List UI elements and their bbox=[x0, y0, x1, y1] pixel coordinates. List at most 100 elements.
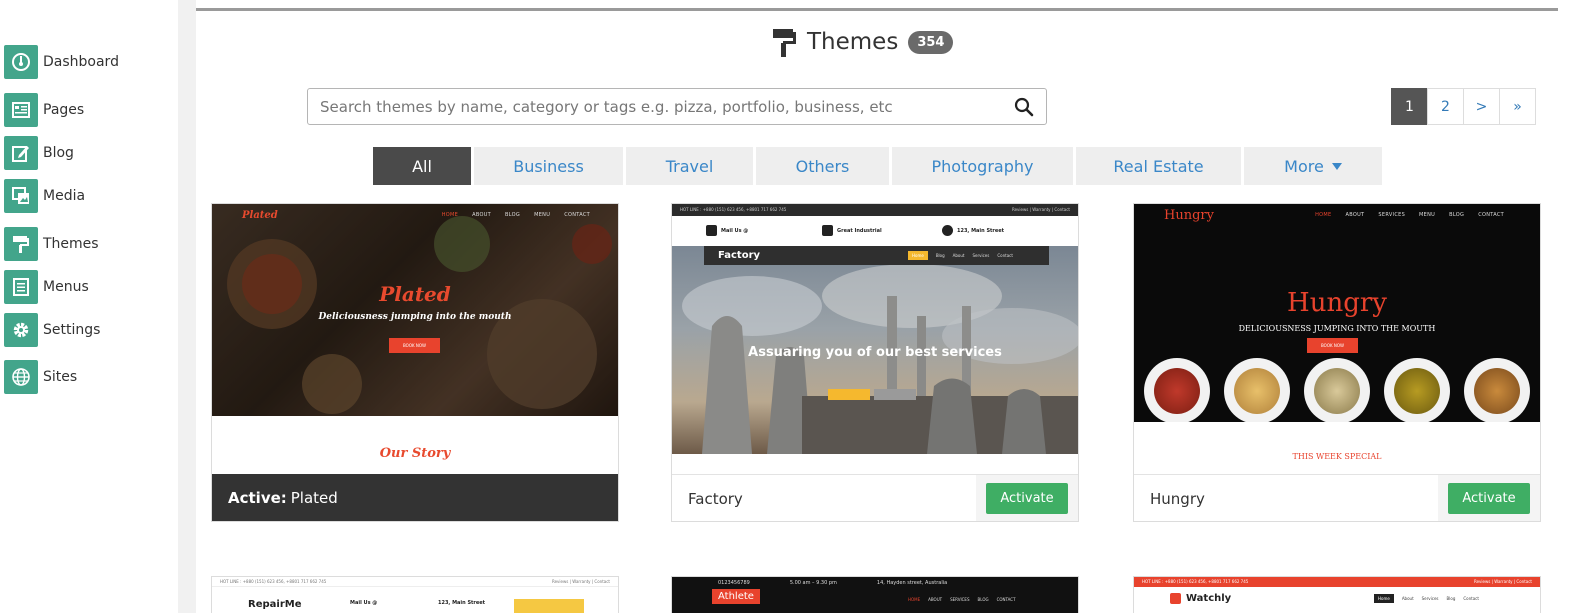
category-filters: All Business Travel Others Photography R… bbox=[373, 147, 1385, 185]
theme-card-repairme[interactable]: HOT LINE : +880 (151) 623 456, +8801 717… bbox=[211, 576, 619, 613]
plated-nav-item: BLOG bbox=[505, 212, 521, 218]
hungry-dish bbox=[1144, 358, 1210, 424]
theme-card-footer: Hungry Activate bbox=[1134, 474, 1540, 521]
pagination: 1 2 > » bbox=[1391, 88, 1536, 125]
sidebar-item-label: Settings bbox=[43, 322, 101, 338]
hungry-book-button: BOOK NOW bbox=[1307, 338, 1358, 353]
sidebar-item-themes[interactable]: Themes bbox=[4, 227, 174, 261]
sidebar-gutter bbox=[178, 0, 196, 613]
athlete-nav-item: HOME bbox=[908, 597, 921, 602]
theme-card-factory[interactable]: HOT LINE : +880 (151) 623 456, +8801 717… bbox=[671, 203, 1079, 522]
page-2-button[interactable]: 2 bbox=[1427, 88, 1464, 125]
theme-card-hungry[interactable]: Hungry HOME ABOUT SERVICES MENU BLOG CON… bbox=[1133, 203, 1541, 522]
main-content: Themes 354 1 2 > » All Business Travel O… bbox=[196, 0, 1572, 613]
plated-book-button: BOOK NOW bbox=[389, 338, 440, 353]
factory-secondary-button bbox=[874, 389, 916, 400]
factory-primary-button bbox=[828, 389, 870, 400]
hungry-nav-item: ABOUT bbox=[1345, 212, 1365, 218]
factory-info-item: Mail Us @ bbox=[706, 225, 748, 236]
athlete-nav-item: ABOUT bbox=[928, 597, 943, 602]
athlete-brand: Athlete bbox=[712, 589, 760, 604]
tab-more[interactable]: More bbox=[1244, 147, 1382, 185]
factory-brand: Factory bbox=[718, 250, 761, 261]
factory-mini-nav: Home Blog About Services Contact bbox=[908, 251, 1013, 260]
factory-nav-item: About bbox=[952, 253, 965, 258]
globe-icon bbox=[4, 360, 38, 394]
tab-real-estate[interactable]: Real Estate bbox=[1076, 147, 1241, 185]
theme-preview-hungry: Hungry HOME ABOUT SERVICES MENU BLOG CON… bbox=[1134, 204, 1540, 474]
theme-card-plated[interactable]: Plated HOME ABOUT BLOG MENU CONTACT Plat… bbox=[211, 203, 619, 522]
paint-roller-icon bbox=[773, 29, 796, 57]
tab-travel[interactable]: Travel bbox=[626, 147, 753, 185]
hungry-dish bbox=[1384, 358, 1450, 424]
last-page-button[interactable]: » bbox=[1499, 88, 1536, 125]
sidebar-item-label: Blog bbox=[43, 145, 74, 161]
page-title-text: Themes bbox=[807, 29, 899, 55]
sidebar-item-settings[interactable]: Settings bbox=[4, 313, 174, 347]
sidebar-item-menus[interactable]: Menus bbox=[4, 270, 174, 304]
sidebar-item-pages[interactable]: Pages bbox=[4, 93, 174, 127]
sidebar-item-media[interactable]: Media bbox=[4, 179, 174, 213]
theme-card-athlete[interactable]: 0123456789 5.00 am – 9.30 pm 14, Hayden … bbox=[671, 576, 1079, 613]
hungry-dish bbox=[1464, 358, 1530, 424]
watchly-topbar: HOT LINE : +880 (151) 623 456, +8801 717… bbox=[1134, 577, 1540, 587]
sidebar-item-label: Themes bbox=[43, 236, 99, 252]
repairme-topbar: HOT LINE : +880 (151) 623 456, +8801 717… bbox=[212, 577, 618, 587]
activate-hungry-button[interactable]: Activate bbox=[1448, 483, 1530, 514]
gear-icon bbox=[4, 313, 38, 347]
page-title: Themes 354 bbox=[771, 24, 954, 60]
hungry-nav-item: CONTACT bbox=[1478, 212, 1504, 218]
page-1-button[interactable]: 1 bbox=[1391, 88, 1428, 125]
plated-nav-item: HOME bbox=[441, 212, 459, 218]
hungry-mini-nav: HOME ABOUT SERVICES MENU BLOG CONTACT bbox=[1315, 212, 1504, 218]
watchly-mini-nav: Home About Services Blog Contact bbox=[1374, 594, 1479, 603]
athlete-mini-nav: HOME ABOUT SERVICES BLOG CONTACT bbox=[908, 597, 1016, 602]
factory-hero-buttons bbox=[828, 389, 916, 400]
plated-hero-title: Plated bbox=[379, 282, 451, 306]
athlete-address: 14, Hayden street, Australia bbox=[876, 580, 948, 586]
plated-mini-nav: HOME ABOUT BLOG MENU CONTACT bbox=[442, 212, 590, 218]
plated-hero-image bbox=[212, 204, 618, 416]
tab-business[interactable]: Business bbox=[474, 147, 623, 185]
watchly-nav-item: About bbox=[1401, 596, 1414, 601]
sidebar-item-dashboard[interactable]: Dashboard bbox=[4, 45, 174, 79]
plated-hero-tagline: Deliciousness jumping into the mouth bbox=[318, 312, 512, 322]
plated-preview-body: Our Story bbox=[212, 416, 618, 474]
factory-nav-item: Blog bbox=[935, 253, 945, 258]
tab-others[interactable]: Others bbox=[756, 147, 889, 185]
activate-factory-button[interactable]: Activate bbox=[986, 483, 1068, 514]
next-page-button[interactable]: > bbox=[1463, 88, 1500, 125]
athlete-phone: 0123456789 bbox=[718, 580, 750, 586]
theme-count-badge: 354 bbox=[908, 30, 954, 54]
factory-nav-item: Services bbox=[972, 253, 990, 258]
athlete-topbar: 0123456789 5.00 am – 9.30 pm 14, Hayden … bbox=[718, 580, 947, 586]
tab-all[interactable]: All bbox=[373, 147, 471, 185]
theme-preview-plated: Plated HOME ABOUT BLOG MENU CONTACT Plat… bbox=[212, 204, 618, 474]
factory-hotline: HOT LINE : +880 (151) 623 456, +8801 717… bbox=[680, 207, 787, 212]
watchly-nav-item: Home bbox=[1374, 594, 1394, 603]
search-icon[interactable] bbox=[1002, 89, 1046, 124]
repairme-hotline: HOT LINE : +880 (151) 623 456, +8801 717… bbox=[220, 579, 327, 584]
repairme-info-text: 123, Main Street bbox=[438, 600, 486, 606]
repairme-brand: RepairMe bbox=[248, 599, 302, 610]
hungry-dish bbox=[1304, 358, 1370, 424]
sidebar-item-sites[interactable]: Sites bbox=[4, 360, 174, 394]
plated-nav-item: MENU bbox=[534, 212, 551, 218]
pages-icon bbox=[4, 93, 38, 127]
media-icon bbox=[4, 179, 38, 213]
tab-photography[interactable]: Photography bbox=[892, 147, 1073, 185]
hungry-preview-body bbox=[1134, 422, 1540, 474]
plated-logo: Plated bbox=[242, 210, 278, 221]
theme-name: Active: Plated bbox=[212, 489, 618, 507]
sidebar-item-label: Dashboard bbox=[43, 54, 119, 70]
watchly-toplinks: Reviews | Warranty | Contact bbox=[1474, 579, 1532, 584]
watchly-nav-item: Services bbox=[1421, 596, 1439, 601]
hungry-nav-item: HOME bbox=[1315, 212, 1332, 218]
search-input[interactable] bbox=[308, 89, 1002, 124]
factory-info-item: Great Industrial bbox=[822, 225, 882, 236]
theme-name: Hungry bbox=[1150, 489, 1205, 508]
athlete-nav-item: CONTACT bbox=[996, 597, 1016, 602]
theme-card-watchly[interactable]: HOT LINE : +880 (151) 623 456, +8801 717… bbox=[1133, 576, 1541, 613]
hungry-hero-title: Hungry bbox=[1287, 288, 1387, 318]
sidebar-item-blog[interactable]: Blog bbox=[4, 136, 174, 170]
